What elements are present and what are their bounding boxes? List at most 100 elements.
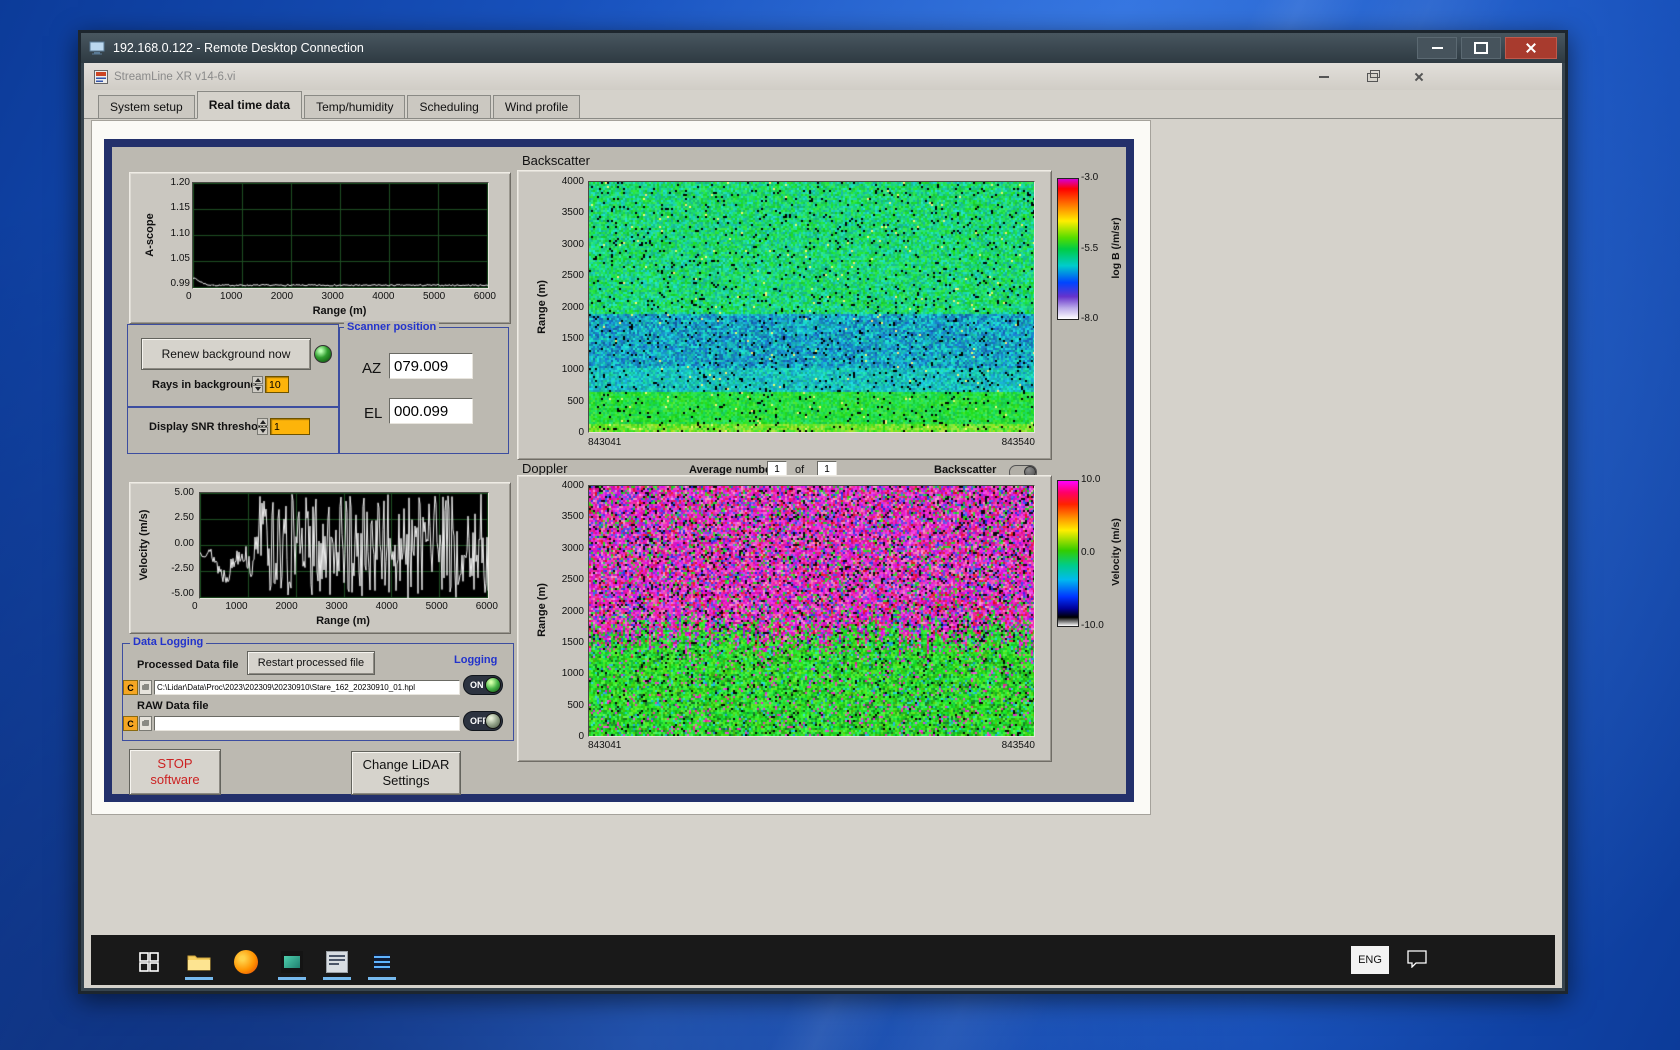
processed-browse-icon[interactable] <box>139 680 152 695</box>
stop-button-line2: software <box>150 772 200 787</box>
scanner-position-group-box <box>339 327 509 454</box>
tick-label: 10.0 <box>1081 474 1101 485</box>
app-restore-button[interactable] <box>1357 69 1387 85</box>
tick-label: 0.99 <box>170 278 190 289</box>
rdp-titlebar[interactable]: 192.168.0.122 - Remote Desktop Connectio… <box>81 33 1565 63</box>
increment-icon[interactable] <box>257 418 268 426</box>
tick-label: 4000 <box>375 601 398 612</box>
tab-real-time-data[interactable]: Real time data <box>196 91 303 119</box>
tick-label: 3000 <box>321 291 344 302</box>
change-lidar-settings-button[interactable]: Change LiDAR Settings <box>351 751 461 795</box>
tick-label: 1000 <box>561 364 584 376</box>
on-lamp-icon <box>485 677 501 693</box>
taskbar-scan-scheduler[interactable] <box>317 943 357 981</box>
app-minimize-button[interactable] <box>1309 69 1339 85</box>
data-logging-label: Data Logging <box>130 636 207 648</box>
snr-stepper[interactable] <box>257 418 268 435</box>
ascope-x-axis-label: Range (m) <box>312 305 367 317</box>
decrement-icon[interactable] <box>252 385 263 393</box>
raw-data-file-path[interactable] <box>154 716 460 731</box>
open-app-indicator <box>185 977 213 980</box>
rays-in-background-field[interactable]: 10 <box>265 376 289 393</box>
rdp-close-button[interactable] <box>1505 37 1557 59</box>
processed-drive-icon[interactable]: C <box>123 680 138 695</box>
remote-desktop-icon <box>89 41 105 55</box>
velocity-plot <box>200 493 488 598</box>
tick-label: 2000 <box>275 601 298 612</box>
app-close-button[interactable] <box>1404 69 1434 85</box>
raw-browse-icon[interactable] <box>139 716 152 731</box>
tick-label: 1000 <box>220 291 243 302</box>
tick-label: 1.10 <box>170 227 190 239</box>
elevation-field[interactable]: 000.099 <box>389 398 473 424</box>
taskbar-data-app[interactable] <box>362 943 402 981</box>
folder-icon <box>187 955 211 971</box>
tick-label: 5000 <box>422 291 446 302</box>
tab-system-setup[interactable]: System setup <box>98 95 195 118</box>
raw-logging-toggle[interactable]: OFF <box>463 711 503 731</box>
renew-background-button[interactable]: Renew background now <box>141 338 311 370</box>
processed-logging-toggle[interactable]: ON <box>463 675 503 695</box>
tick-label: -10.0 <box>1081 620 1104 631</box>
windows-start-icon <box>139 952 159 972</box>
increment-icon[interactable] <box>252 376 263 384</box>
language-indicator[interactable]: ENG <box>1351 946 1389 974</box>
backscatter-y-axis-label: Range (m) <box>536 280 548 334</box>
backscatter-title: Backscatter <box>522 153 590 168</box>
tick-label: -5.00 <box>171 588 194 599</box>
taskbar-firefox[interactable] <box>226 943 266 981</box>
tick-label: -8.0 <box>1081 313 1099 324</box>
tick-label: 6000 <box>475 601 498 612</box>
rdp-maximize-button[interactable] <box>1461 37 1501 59</box>
tick-label: 2000 <box>561 301 584 313</box>
snr-threshold-field[interactable]: 1 <box>270 418 310 435</box>
backscatter-heatmap <box>589 182 1034 432</box>
doppler-colorbar <box>1057 480 1079 627</box>
tick-label: 5.00 <box>174 487 194 498</box>
tick-label: 0 <box>578 427 584 438</box>
tick-label: 2500 <box>561 574 584 586</box>
decrement-icon[interactable] <box>257 427 268 435</box>
taskbar-image-viewer[interactable] <box>272 943 312 981</box>
tick-label: 4000 <box>561 480 584 491</box>
rdp-minimize-button[interactable] <box>1417 37 1457 59</box>
ascope-y-axis-label: A-scope <box>144 213 156 257</box>
backscatter-y-ticks: 4000 3500 3000 2500 2000 1500 1000 500 0 <box>554 176 584 438</box>
tab-wind-profile[interactable]: Wind profile <box>492 95 581 118</box>
raw-drive-icon[interactable]: C <box>123 716 138 731</box>
tick-label: 1500 <box>561 332 584 344</box>
doppler-y-axis-label: Range (m) <box>536 583 548 637</box>
tick-label: 3500 <box>561 207 584 219</box>
restart-processed-file-button[interactable]: Restart processed file <box>247 651 375 675</box>
ascope-graph-frame: A-scope 1.20 1.15 1.10 1.05 0.99 0 1000 2000 30… <box>129 172 511 324</box>
tab-bar: System setup Real time data Temp/humidit… <box>84 91 1562 119</box>
change-button-line1: Change LiDAR <box>362 757 450 772</box>
tick-label: 3000 <box>325 601 348 612</box>
tick-label: 2000 <box>270 291 294 302</box>
tab-temp-humidity[interactable]: Temp/humidity <box>304 95 406 118</box>
azimuth-field[interactable]: 079.009 <box>389 353 473 379</box>
tick-label: -2.50 <box>171 562 194 574</box>
tick-label: 1500 <box>561 636 584 648</box>
velocity-y-ticks: 5.00 2.50 0.00 -2.50 -5.00 <box>156 487 194 599</box>
notification-center-button[interactable] <box>1407 950 1427 973</box>
doppler-heatmap <box>589 486 1034 736</box>
doppler-title: Doppler <box>522 461 568 476</box>
tick-label: 1.15 <box>170 202 190 214</box>
stop-software-button[interactable]: STOP software <box>129 749 221 795</box>
processed-data-file-path[interactable]: C:\Lidar\Data\Proc\2023\202309\20230910\… <box>154 680 460 695</box>
open-app-indicator <box>368 977 396 980</box>
taskbar-file-explorer[interactable] <box>179 943 219 981</box>
start-button[interactable] <box>129 943 169 981</box>
app-titlebar[interactable]: StreamLine XR v14-6.vi <box>84 63 1562 90</box>
raw-data-file-label: RAW Data file <box>137 700 209 712</box>
rays-stepper[interactable] <box>252 376 263 393</box>
tick-label: 4000 <box>372 291 395 302</box>
tab-scheduling[interactable]: Scheduling <box>407 95 491 118</box>
doppler-y-ticks: 4000 3500 3000 2500 2000 1500 1000 500 0 <box>554 480 584 742</box>
el-label: EL <box>364 405 383 422</box>
backscatter-x-ticks: 843041 843540 <box>588 437 1035 448</box>
velocity-y-axis-label: Velocity (m/s) <box>138 509 150 581</box>
tick-label: 3000 <box>561 542 584 554</box>
tick-label: -3.0 <box>1081 172 1099 183</box>
